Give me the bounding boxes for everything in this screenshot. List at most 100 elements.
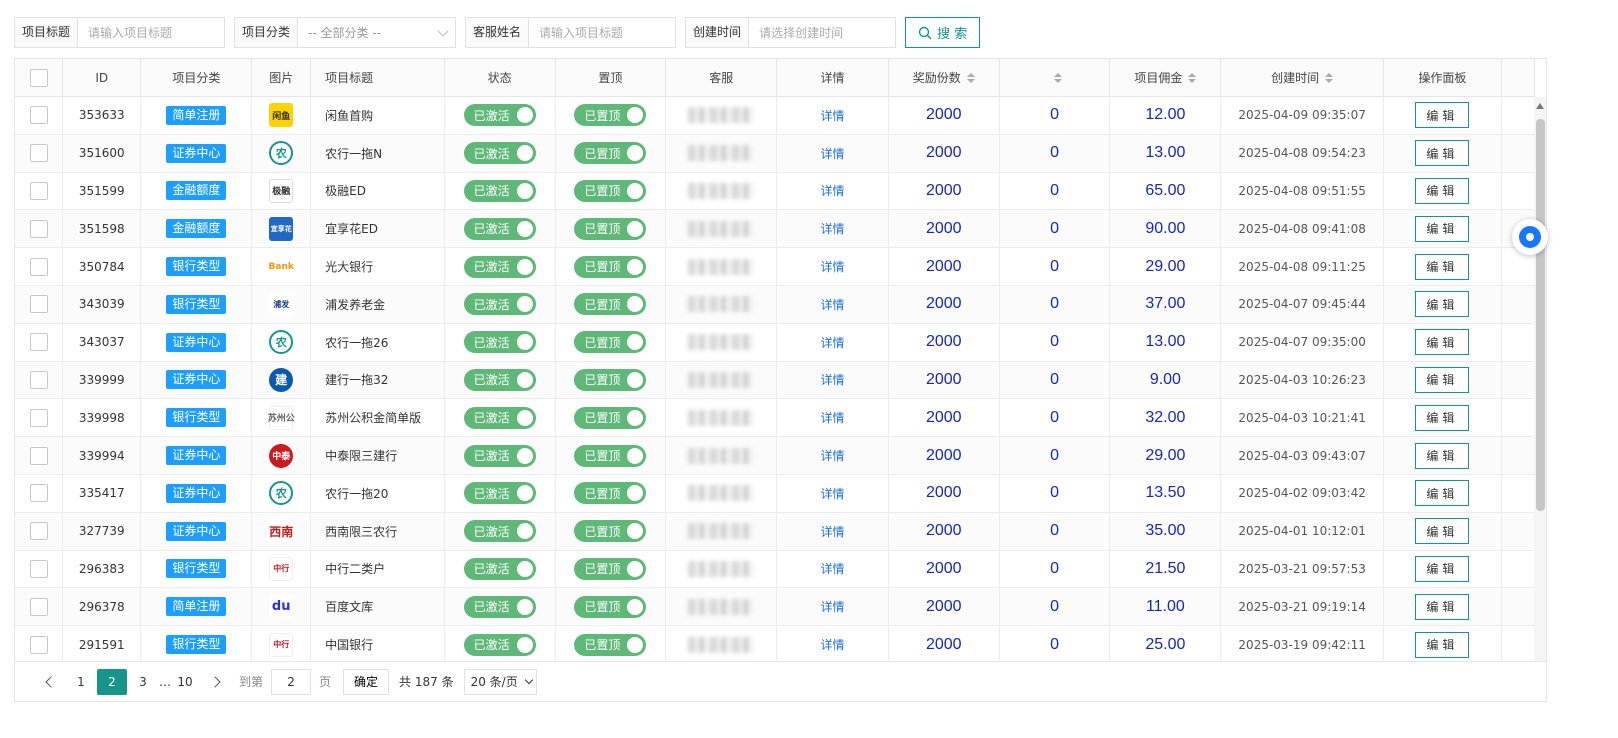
status-toggle[interactable]: 已激活 bbox=[463, 255, 536, 278]
row-checkbox[interactable] bbox=[29, 635, 48, 654]
detail-link[interactable]: 详情 bbox=[821, 598, 845, 615]
row-checkbox[interactable] bbox=[29, 408, 48, 427]
edit-button[interactable]: 编辑 bbox=[1415, 593, 1470, 620]
edit-button[interactable]: 编辑 bbox=[1415, 555, 1470, 582]
top-toggle[interactable]: 已置顶 bbox=[574, 444, 647, 467]
row-checkbox[interactable] bbox=[29, 597, 48, 616]
detail-link[interactable]: 详情 bbox=[821, 523, 845, 540]
top-toggle[interactable]: 已置顶 bbox=[574, 557, 647, 580]
row-checkbox[interactable] bbox=[29, 144, 48, 163]
row-checkbox[interactable] bbox=[29, 370, 48, 389]
time-filter-input[interactable] bbox=[749, 18, 896, 47]
scroll-up-icon[interactable] bbox=[1536, 103, 1544, 109]
row-checkbox[interactable] bbox=[29, 333, 48, 352]
detail-link[interactable]: 详情 bbox=[821, 447, 845, 464]
detail-link[interactable]: 详情 bbox=[821, 485, 845, 502]
detail-link[interactable]: 详情 bbox=[821, 296, 845, 313]
top-toggle[interactable]: 已置顶 bbox=[574, 595, 647, 618]
next-page-button[interactable] bbox=[201, 669, 229, 695]
row-checkbox[interactable] bbox=[29, 295, 48, 314]
edit-button[interactable]: 编辑 bbox=[1415, 140, 1470, 167]
detail-link[interactable]: 详情 bbox=[821, 409, 845, 426]
status-toggle[interactable]: 已激活 bbox=[463, 179, 536, 202]
category-select[interactable]: -- 全部分类 -- bbox=[298, 18, 455, 47]
detail-link[interactable]: 详情 bbox=[821, 636, 845, 653]
top-toggle[interactable]: 已置顶 bbox=[574, 633, 647, 656]
detail-link[interactable]: 详情 bbox=[821, 371, 845, 388]
header-fee-sortable[interactable]: 项目佣金 bbox=[1110, 59, 1222, 96]
row-checkbox[interactable] bbox=[29, 257, 48, 276]
top-toggle[interactable]: 已置顶 bbox=[574, 406, 647, 429]
edit-button[interactable]: 编辑 bbox=[1415, 291, 1470, 318]
status-toggle[interactable]: 已激活 bbox=[463, 368, 536, 391]
edit-button[interactable]: 编辑 bbox=[1415, 215, 1470, 242]
edit-button[interactable]: 编辑 bbox=[1415, 329, 1470, 356]
row-checkbox[interactable] bbox=[29, 446, 48, 465]
edit-button[interactable]: 编辑 bbox=[1415, 366, 1470, 393]
top-toggle[interactable]: 已置顶 bbox=[574, 368, 647, 391]
page-3[interactable]: 3 bbox=[129, 669, 157, 695]
top-toggle[interactable]: 已置顶 bbox=[574, 293, 647, 316]
page-2-active[interactable]: 2 bbox=[97, 668, 127, 695]
header-time-sortable[interactable]: 创建时间 bbox=[1221, 59, 1385, 96]
row-checkbox[interactable] bbox=[29, 181, 48, 200]
header-count-sortable[interactable] bbox=[1000, 59, 1111, 96]
scrollbar-thumb[interactable] bbox=[1536, 119, 1545, 511]
top-toggle[interactable]: 已置顶 bbox=[574, 142, 647, 165]
row-checkbox[interactable] bbox=[29, 522, 48, 541]
edit-button[interactable]: 编辑 bbox=[1415, 480, 1470, 507]
select-all-checkbox[interactable] bbox=[29, 68, 48, 87]
header-reward-sortable[interactable]: 奖励份数 bbox=[889, 59, 1000, 96]
status-toggle[interactable]: 已激活 bbox=[463, 482, 536, 505]
goto-page-input[interactable] bbox=[271, 668, 312, 695]
status-toggle[interactable]: 已激活 bbox=[463, 217, 536, 240]
detail-link[interactable]: 详情 bbox=[821, 560, 845, 577]
status-toggle[interactable]: 已激活 bbox=[463, 444, 536, 467]
edit-button[interactable]: 编辑 bbox=[1415, 177, 1470, 204]
agent-filter-input[interactable] bbox=[529, 18, 676, 47]
top-toggle[interactable]: 已置顶 bbox=[574, 179, 647, 202]
goto-confirm-button[interactable]: 确定 bbox=[343, 668, 390, 695]
detail-link[interactable]: 详情 bbox=[821, 182, 845, 199]
top-toggle[interactable]: 已置顶 bbox=[574, 255, 647, 278]
edit-button[interactable]: 编辑 bbox=[1415, 631, 1470, 658]
detail-link[interactable]: 详情 bbox=[821, 258, 845, 275]
edit-button[interactable]: 编辑 bbox=[1415, 253, 1470, 280]
status-toggle[interactable]: 已激活 bbox=[463, 406, 536, 429]
detail-link[interactable]: 详情 bbox=[821, 220, 845, 237]
top-toggle[interactable]: 已置顶 bbox=[574, 331, 647, 354]
page-last[interactable]: 10 bbox=[171, 669, 199, 695]
status-toggle[interactable]: 已激活 bbox=[463, 331, 536, 354]
status-toggle[interactable]: 已激活 bbox=[463, 633, 536, 656]
page-1[interactable]: 1 bbox=[67, 669, 95, 695]
status-toggle[interactable]: 已激活 bbox=[463, 595, 536, 618]
edit-button[interactable]: 编辑 bbox=[1415, 442, 1470, 469]
status-toggle[interactable]: 已激活 bbox=[463, 557, 536, 580]
status-toggle[interactable]: 已激活 bbox=[463, 104, 536, 127]
status-toggle[interactable]: 已激活 bbox=[463, 293, 536, 316]
detail-link[interactable]: 详情 bbox=[821, 334, 845, 351]
row-checkbox[interactable] bbox=[29, 559, 48, 578]
detail-link[interactable]: 详情 bbox=[821, 145, 845, 162]
row-checkbox[interactable] bbox=[29, 219, 48, 238]
row-checkbox[interactable] bbox=[29, 106, 48, 125]
row-checkbox[interactable] bbox=[29, 484, 48, 503]
floating-chat-button[interactable] bbox=[1512, 219, 1548, 255]
edit-button[interactable]: 编辑 bbox=[1415, 102, 1470, 129]
top-toggle[interactable]: 已置顶 bbox=[574, 520, 647, 543]
status-toggle[interactable]: 已激活 bbox=[463, 520, 536, 543]
page-size-select[interactable]: 20 条/页 bbox=[463, 668, 537, 695]
top-toggle[interactable]: 已置顶 bbox=[574, 482, 647, 505]
project-logo: 中泰 bbox=[269, 443, 294, 468]
search-button[interactable]: 搜 索 bbox=[905, 17, 981, 48]
edit-button[interactable]: 编辑 bbox=[1415, 404, 1470, 431]
table-row: 343037 证券中心 农农行一拖26 已激活 已置顶 详情 2000 0 13.00 2025-… bbox=[15, 323, 1535, 362]
prev-page-button[interactable] bbox=[37, 669, 65, 695]
status-toggle[interactable]: 已激活 bbox=[463, 142, 536, 165]
vertical-scrollbar[interactable] bbox=[1534, 97, 1546, 701]
detail-link[interactable]: 详情 bbox=[821, 107, 845, 124]
top-toggle[interactable]: 已置顶 bbox=[574, 104, 647, 127]
title-filter-input[interactable] bbox=[78, 18, 225, 47]
top-toggle[interactable]: 已置顶 bbox=[574, 217, 647, 240]
edit-button[interactable]: 编辑 bbox=[1415, 518, 1470, 545]
